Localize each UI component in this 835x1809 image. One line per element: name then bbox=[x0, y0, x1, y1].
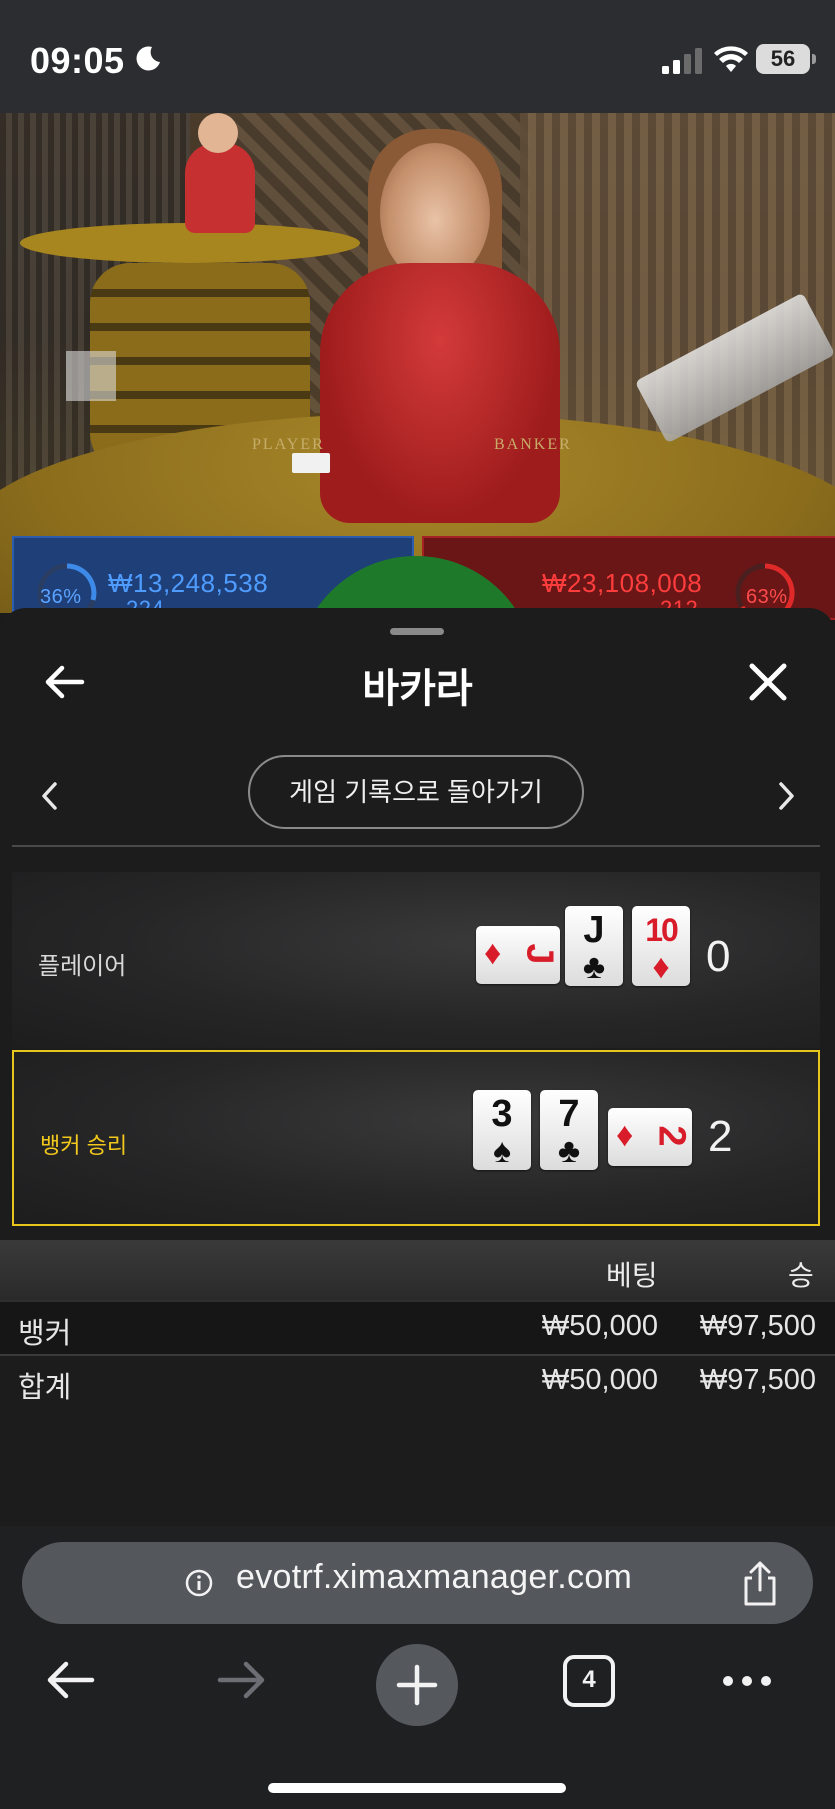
banker-percent: 63% bbox=[746, 586, 788, 608]
back-to-history-button[interactable]: 게임 기록으로 돌아가기 bbox=[248, 755, 584, 829]
table-card bbox=[292, 453, 330, 473]
share-icon[interactable] bbox=[738, 1560, 782, 1608]
chevron-left-icon[interactable] bbox=[36, 778, 62, 814]
banker-hand-label: 뱅커 승리 bbox=[40, 1133, 128, 1158]
player-percent: 36% bbox=[40, 586, 82, 608]
card-rank: J bbox=[518, 943, 561, 965]
table-header: 베팅 승 bbox=[0, 1240, 835, 1300]
playing-card: J ♣ bbox=[565, 906, 623, 986]
background-dealer-head bbox=[198, 113, 238, 153]
tabs-button[interactable]: 4 bbox=[562, 1654, 616, 1708]
player-hand-label: 플레이어 bbox=[38, 953, 127, 980]
playing-card: 3 ♠ bbox=[473, 1090, 531, 1170]
wifi-icon bbox=[714, 46, 748, 72]
bet-column-header: 베팅 bbox=[606, 1260, 658, 1291]
game-history-sheet: 바카라 게임 기록으로 돌아가기 플레이어 ♦ J J ♣ 10 ♦ 0 뱅커 … bbox=[0, 608, 835, 1526]
browser-forward-icon[interactable] bbox=[216, 1654, 268, 1706]
card-suit: ♦ bbox=[616, 1116, 634, 1154]
card-rank: 2 bbox=[650, 1125, 693, 1147]
card-suit: ♠ bbox=[492, 1132, 512, 1170]
sheet-grabber[interactable] bbox=[390, 628, 444, 635]
new-tab-button[interactable] bbox=[376, 1644, 458, 1726]
playing-card: ♦ J bbox=[476, 926, 560, 984]
win-column-header: 승 bbox=[788, 1260, 814, 1291]
home-indicator[interactable] bbox=[268, 1783, 566, 1793]
row-name: 합계 bbox=[18, 1372, 72, 1404]
discard-box bbox=[66, 351, 116, 401]
sheet-title: 바카라 bbox=[362, 667, 473, 711]
tab-count: 4 bbox=[582, 1666, 596, 1693]
table-banker-label: BANKER bbox=[494, 436, 572, 453]
banker-bet-amount: ₩23,108,008 bbox=[542, 568, 703, 598]
playing-card: ♦ 2 bbox=[608, 1108, 692, 1166]
card-suit: ♣ bbox=[582, 948, 606, 986]
player-score: 0 bbox=[706, 932, 731, 981]
table-row: 합계 ₩50,000 ₩97,500 bbox=[0, 1354, 835, 1408]
table-row: 뱅커 ₩50,000 ₩97,500 bbox=[0, 1300, 835, 1354]
status-time: 09:05 bbox=[30, 40, 125, 81]
card-rank: 10 bbox=[645, 912, 679, 948]
table-player-label: PLAYER bbox=[252, 436, 325, 453]
row-bet: ₩50,000 bbox=[541, 1310, 658, 1342]
browser-back-icon[interactable] bbox=[44, 1654, 96, 1706]
banker-score: 2 bbox=[708, 1112, 733, 1161]
address-bar[interactable]: evotrf.ximaxmanager.com bbox=[22, 1542, 813, 1624]
status-bar: 09:05 56 bbox=[0, 0, 835, 113]
divider bbox=[12, 845, 820, 847]
player-bet-amount: ₩13,248,538 bbox=[108, 568, 269, 598]
plus-icon bbox=[396, 1664, 438, 1706]
playing-card: 7 ♣ bbox=[540, 1090, 598, 1170]
more-icon[interactable] bbox=[720, 1654, 774, 1708]
row-name: 뱅커 bbox=[18, 1318, 72, 1350]
close-icon[interactable] bbox=[746, 660, 790, 704]
card-suit: ♣ bbox=[557, 1132, 581, 1170]
info-icon[interactable] bbox=[184, 1568, 214, 1598]
row-win: ₩97,500 bbox=[699, 1310, 816, 1342]
playing-card: 10 ♦ bbox=[632, 906, 690, 986]
card-rank: J bbox=[583, 909, 605, 951]
browser-toolbar: evotrf.ximaxmanager.com 4 bbox=[0, 1526, 835, 1809]
card-rank: 3 bbox=[491, 1093, 513, 1135]
dealer bbox=[320, 263, 560, 523]
cellular-signal-icon bbox=[662, 48, 702, 74]
url-text[interactable]: evotrf.ximaxmanager.com bbox=[236, 1558, 632, 1597]
battery-indicator: 56 bbox=[756, 44, 816, 74]
card-suit: ♦ bbox=[652, 948, 670, 986]
background-dealer bbox=[185, 143, 255, 233]
chevron-right-icon[interactable] bbox=[774, 778, 800, 814]
row-bet: ₩50,000 bbox=[541, 1364, 658, 1396]
dealer-head bbox=[380, 143, 490, 283]
player-hand: 플레이어 ♦ J J ♣ 10 ♦ 0 bbox=[12, 872, 820, 1048]
moon-icon bbox=[136, 46, 160, 71]
banker-hand: 뱅커 승리 3 ♠ 7 ♣ ♦ 2 2 bbox=[12, 1050, 820, 1226]
card-suit: ♦ bbox=[484, 934, 502, 972]
card-rank: 7 bbox=[558, 1093, 580, 1135]
row-win: ₩97,500 bbox=[699, 1364, 816, 1396]
